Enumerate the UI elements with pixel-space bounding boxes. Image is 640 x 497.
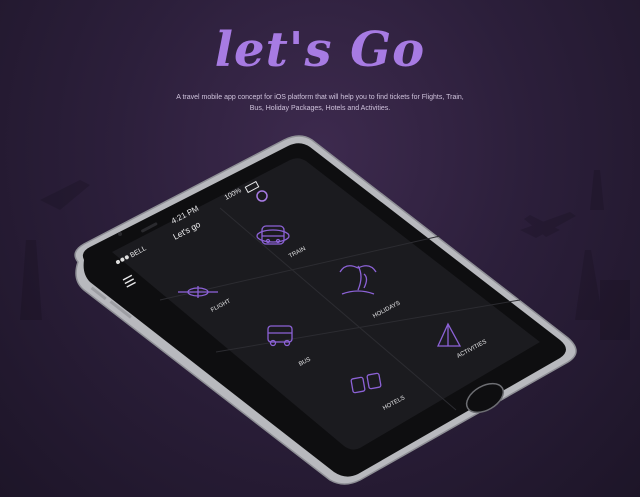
phone-mockup: BELL 4:21 PM 100% Let's go TRAIN FLIGHT … <box>74 135 577 485</box>
camera <box>118 232 122 236</box>
